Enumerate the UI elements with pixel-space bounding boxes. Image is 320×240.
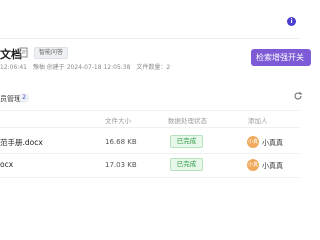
avatar: 小真真	[247, 136, 259, 157]
avatar: 小真真	[247, 159, 259, 180]
updater-info: 豫柚 创建于 2024-07-18 12:05:38	[32, 64, 131, 71]
divider	[0, 177, 300, 178]
divider	[0, 127, 300, 128]
file-size: 16.68 KB	[105, 138, 137, 146]
status-badge: 已完成	[170, 135, 203, 148]
document-tag: 智能问答	[34, 47, 69, 59]
retrieval-enhance-button[interactable]: 检索增强开关	[251, 49, 311, 66]
adder-name: 小真真	[262, 162, 283, 170]
refresh-icon[interactable]	[293, 91, 303, 101]
info-icon[interactable]: i	[287, 17, 296, 26]
divider	[0, 110, 300, 111]
status-badge: 已完成	[170, 158, 203, 171]
section-title: 员管理	[0, 95, 21, 103]
file-name[interactable]: 范手册.docx	[0, 137, 43, 148]
adder-name: 小真真	[262, 139, 283, 147]
file-count: 文件数量：2	[136, 64, 171, 71]
column-header-status[interactable]: 数据处理状态	[168, 115, 207, 125]
column-header-adder[interactable]: 添加人	[248, 115, 268, 125]
file-size: 17.03 KB	[105, 161, 137, 169]
edit-icon[interactable]	[19, 47, 29, 58]
created-time: 12:06:41	[0, 64, 27, 71]
column-header-size[interactable]: 文件大小	[105, 115, 131, 125]
top-bar	[0, 0, 300, 38]
document-meta: 12:06:41 豫柚 创建于 2024-07-18 12:05:38 文件数量…	[0, 62, 174, 71]
divider	[0, 38, 300, 39]
count-badge: 2	[19, 93, 29, 103]
file-name[interactable]: ocx	[0, 160, 13, 169]
divider	[0, 153, 300, 154]
